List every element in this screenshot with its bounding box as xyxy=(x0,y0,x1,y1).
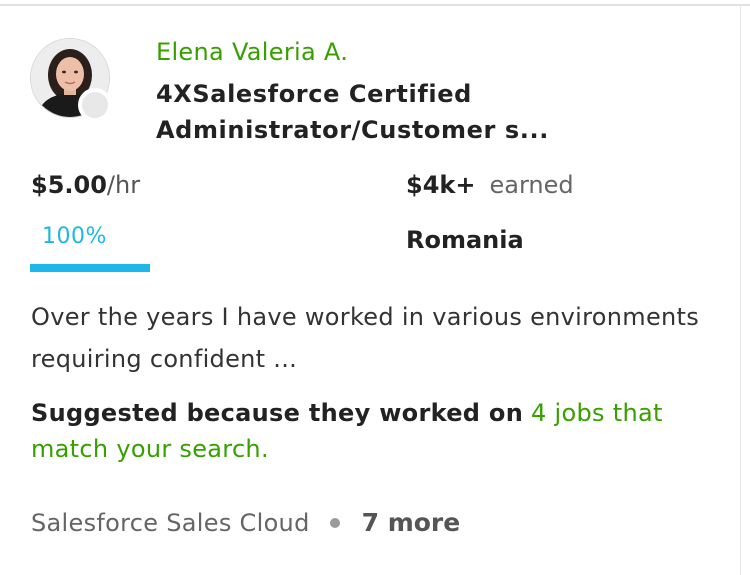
freelancer-title: 4XSalesforce Certified Administrator/Cus… xyxy=(156,80,549,144)
separator-dot-icon xyxy=(329,517,340,528)
job-success-bar xyxy=(30,264,150,272)
job-success-bar-fill xyxy=(30,264,150,272)
skill-tag[interactable]: Salesforce Sales Cloud xyxy=(31,509,310,537)
hourly-rate-amount: $5.00 xyxy=(31,171,107,199)
card-top-divider xyxy=(0,4,750,6)
more-skills-link[interactable]: 7 more xyxy=(362,508,461,537)
avatar[interactable] xyxy=(30,38,112,122)
job-success-value: 100% xyxy=(42,224,107,249)
suggestion-reason: Suggested because they worked on 4 jobs … xyxy=(31,395,721,467)
total-earnings: $4k+ earned xyxy=(406,171,574,199)
freelancer-overview: Over the years I have worked in various … xyxy=(31,303,700,373)
earnings-amount: $4k+ xyxy=(406,171,476,199)
skills-list: Salesforce Sales Cloud 7 more xyxy=(31,508,460,537)
card-right-border xyxy=(740,4,741,575)
freelancer-name-link[interactable]: Elena Valeria A. xyxy=(156,38,348,66)
offline-status-icon xyxy=(78,88,112,122)
hourly-rate: $5.00/hr xyxy=(31,171,140,199)
hourly-rate-unit: /hr xyxy=(106,171,141,199)
suggestion-prefix: Suggested because they worked on xyxy=(31,399,524,427)
job-success-score: 100% xyxy=(30,224,150,249)
earnings-label: earned xyxy=(489,171,574,199)
freelancer-country: Romania xyxy=(406,226,524,254)
